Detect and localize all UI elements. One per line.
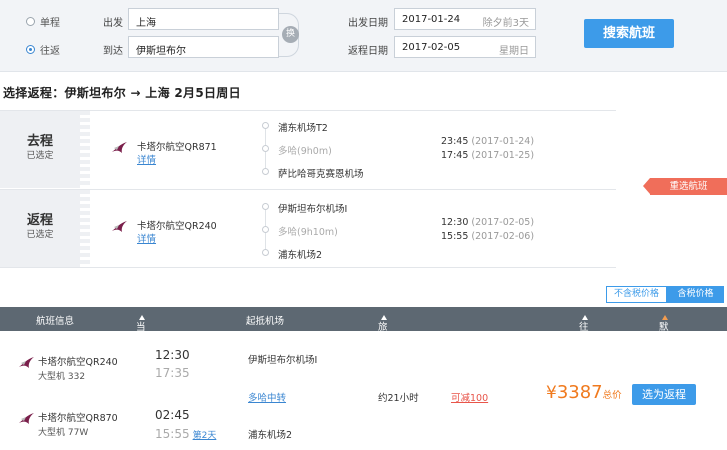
leg-depart-time: 23:45 (2017-01-24) [441, 136, 534, 147]
arrive-time-value: 15:55 [155, 427, 190, 441]
segment-arrive-time: 17:35 [155, 366, 190, 380]
segment-airline: 卡塔尔航空QR240 [38, 357, 118, 368]
leg-airline: 卡塔尔航空QR871 [137, 142, 217, 153]
return-date-label: 返程日期 [348, 46, 388, 57]
leg-arrive-time: 15:55 (2017-02-06) [441, 231, 534, 242]
radio-roundtrip-icon[interactable] [26, 45, 35, 54]
to-input[interactable]: 伊斯坦布尔 [128, 36, 279, 58]
airline-logo-icon [112, 142, 127, 153]
radio-oneway-icon[interactable] [26, 17, 35, 26]
time-value: 17:45 [441, 150, 469, 161]
segment-arrive-time: 15:55 第2天 [155, 427, 216, 441]
depart-date-value: 2017-01-24 [402, 14, 461, 25]
time-date: (2017-01-25) [471, 150, 535, 161]
leg-detail-link[interactable]: 详情 [137, 231, 156, 245]
leg-side-panel: 返程 已选定 [0, 190, 80, 267]
depart-date-hint: 除夕前3天 [482, 18, 529, 29]
transfer-link[interactable]: 多哈中转 [248, 390, 286, 404]
selected-leg-outbound: 去程 已选定 卡塔尔航空QR871 详情 浦东机场T2 多哈(9h0m) 萨比哈… [0, 110, 616, 188]
return-date-hint: 星期日 [499, 46, 529, 57]
from-input[interactable]: 上海 [128, 8, 279, 30]
time-date: (2017-01-24) [471, 136, 535, 147]
route-stop: 浦东机场T2 [278, 123, 328, 134]
price-amount: 3387 [556, 382, 603, 403]
price-currency: ¥ [546, 383, 557, 403]
header-flight-info: 航班信息 [36, 316, 75, 327]
selected-leg-return: 返程 已选定 卡塔尔航空QR240 详情 伊斯坦布尔机场I 多哈(9h10m) … [0, 189, 616, 268]
header-duration-sort[interactable]: 旅行总时长 [378, 313, 388, 389]
price: ¥3387总价 [546, 382, 622, 403]
discount-link[interactable]: 可减100 [451, 390, 488, 404]
leg-arrive-time: 17:45 (2017-01-25) [441, 150, 534, 161]
time-value: 15:55 [441, 231, 469, 242]
route-stop-transfer: 多哈(9h10m) [278, 227, 338, 238]
results-header: 航班信息 当地起降时间 起抵机场 旅行总时长 往返 价格 默认排序 [0, 307, 727, 403]
airline-logo-icon [19, 357, 34, 368]
leg-status: 已选定 [26, 151, 54, 161]
swap-cities-button[interactable]: 换 [282, 26, 299, 43]
time-value: 23:45 [441, 136, 469, 147]
header-airport: 起抵机场 [246, 316, 285, 327]
trip-type-roundtrip-label: 往返 [40, 46, 60, 57]
from-label: 出发 [103, 18, 123, 29]
tax-inclusive-toggle[interactable]: 含税价格 [667, 286, 724, 303]
return-date-value: 2017-02-05 [402, 42, 461, 53]
route-dot-icon [262, 203, 269, 210]
airline-logo-icon [112, 221, 127, 232]
reselect-flight-button[interactable]: 重选航班 [643, 178, 727, 195]
time-value: 12:30 [441, 217, 469, 228]
airline-logo-icon [19, 413, 34, 424]
from-input-value: 上海 [136, 18, 156, 29]
price-label: 总价 [602, 390, 622, 401]
return-date-input[interactable]: 2017-02-05 星期日 [394, 36, 536, 58]
segment-depart-time: 02:45 [155, 408, 190, 422]
segment-airline: 卡塔尔航空QR870 [38, 413, 118, 424]
flight-result-row: 卡塔尔航空QR240 大型机 332 12:30 17:35 伊斯坦布尔机场I … [0, 332, 727, 450]
ticket-notch [80, 111, 90, 188]
route-stop: 萨比哈哥克赛恩机场 [278, 169, 364, 180]
to-input-value: 伊斯坦布尔 [136, 46, 186, 57]
tax-exclusive-toggle[interactable]: 不含税价格 [606, 286, 667, 303]
depart-date-input[interactable]: 2017-01-24 除夕前3天 [394, 8, 536, 30]
header-default-sort[interactable]: 默认排序 [659, 313, 669, 375]
segment-depart-time: 12:30 [155, 348, 190, 362]
route-dot-icon [262, 145, 269, 152]
page-title: 选择返程：伊斯坦布尔 → 上海 2月5日周日 [3, 86, 241, 100]
header-local-time-sort[interactable]: 当地起降时间 [136, 313, 146, 403]
route-dot-icon [262, 249, 269, 256]
time-date: (2017-02-05) [471, 217, 535, 228]
next-day-badge: 第2天 [192, 431, 217, 441]
total-duration: 约21小时 [378, 393, 419, 404]
leg-status: 已选定 [26, 230, 54, 240]
segment-plane: 大型机 77W [38, 428, 89, 438]
depart-date-label: 出发日期 [348, 18, 388, 29]
route-dot-icon [262, 226, 269, 233]
time-date: (2017-02-06) [471, 231, 535, 242]
route-dot-icon [262, 122, 269, 129]
route-stop-transfer: 多哈(9h0m) [278, 146, 332, 157]
route-stop: 浦东机场2 [278, 250, 323, 261]
search-panel: 单程 往返 出发 上海 到达 伊斯坦布尔 换 出发日期 2017-01-24 除… [0, 0, 727, 72]
segment-airport: 伊斯坦布尔机场I [248, 355, 318, 366]
route-stop: 伊斯坦布尔机场I [278, 204, 348, 215]
header-price-sort[interactable]: 往返 价格 [579, 313, 589, 375]
trip-type-roundtrip[interactable]: 往返 [26, 42, 60, 57]
leg-title: 去程 [26, 134, 53, 149]
leg-detail-link[interactable]: 详情 [137, 152, 156, 166]
leg-airline: 卡塔尔航空QR240 [137, 221, 217, 232]
route-dot-icon [262, 168, 269, 175]
leg-title: 返程 [26, 213, 53, 228]
leg-side-panel: 去程 已选定 [0, 111, 80, 188]
segment-plane: 大型机 332 [38, 372, 86, 382]
trip-type-oneway-label: 单程 [40, 18, 60, 29]
segment-airport: 浦东机场2 [248, 430, 293, 441]
leg-depart-time: 12:30 (2017-02-05) [441, 217, 534, 228]
search-flights-button[interactable]: 搜索航班 [584, 19, 674, 48]
trip-type-oneway[interactable]: 单程 [26, 14, 60, 29]
ticket-notch [80, 190, 90, 267]
select-return-button[interactable]: 选为返程 [632, 384, 696, 405]
to-label: 到达 [103, 46, 123, 57]
